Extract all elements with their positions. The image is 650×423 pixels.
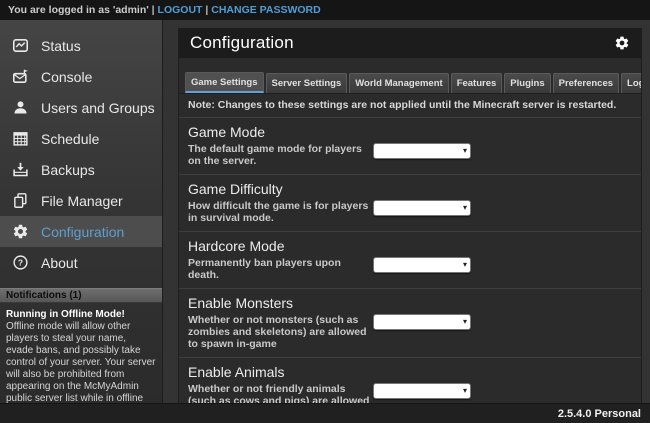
game-mode-select[interactable]: ▾ (373, 143, 471, 159)
schedule-icon (12, 130, 29, 147)
tab-preferences[interactable]: Preferences (553, 73, 619, 93)
sidebar-item-configuration[interactable]: Configuration (0, 216, 162, 247)
hardcore-mode-select[interactable]: ▾ (373, 257, 471, 273)
sidebar-item-schedule[interactable]: Schedule (0, 123, 162, 154)
enable-monsters-select[interactable]: ▾ (373, 314, 471, 330)
gear-icon (12, 223, 29, 240)
version-label: 2.5.4.0 Personal (558, 408, 641, 420)
sidebar-item-label: Backups (41, 162, 95, 178)
restart-note: Note: Changes to these settings are not … (179, 94, 641, 118)
sidebar-item-label: File Manager (41, 193, 123, 209)
setting-description: Permanently ban players upon death. (188, 257, 371, 281)
sidebar-item-status[interactable]: Status (0, 30, 162, 61)
settings-gear-icon[interactable] (614, 35, 630, 51)
notifications-body: Running in Offline Mode! Offline mode wi… (0, 303, 162, 417)
configuration-panel: Configuration Game Settings Server Setti… (178, 28, 642, 403)
logged-in-text: You are logged in as 'admin' (8, 4, 149, 16)
setting-game-difficulty: Game Difficulty How difficult the game i… (179, 175, 641, 232)
backups-icon (12, 161, 29, 178)
sidebar-item-console[interactable]: Console (0, 61, 162, 92)
chevron-down-icon: ▾ (463, 318, 470, 326)
setting-title: Game Difficulty (188, 181, 632, 197)
tab-server-settings[interactable]: Server Settings (266, 73, 348, 93)
chevron-down-icon: ▾ (463, 147, 470, 155)
sidebar-item-label: Users and Groups (41, 100, 155, 116)
console-icon (12, 68, 29, 85)
tab-game-settings[interactable]: Game Settings (185, 72, 264, 93)
tab-bar: Game Settings Server Settings World Mana… (185, 72, 641, 93)
setting-enable-monsters: Enable Monsters Whether or not monsters … (179, 289, 641, 358)
enable-animals-select[interactable]: ▾ (373, 383, 471, 399)
sidebar-item-label: Console (41, 69, 92, 85)
setting-title: Enable Animals (188, 364, 632, 380)
setting-description: Whether or not monsters (such as zombies… (188, 314, 371, 350)
chevron-down-icon: ▾ (463, 261, 470, 269)
status-icon (12, 37, 29, 54)
question-icon: ? (12, 254, 29, 271)
setting-title: Game Mode (188, 124, 632, 140)
sidebar-item-file-manager[interactable]: File Manager (0, 185, 162, 216)
notifications-header: Notifications (1) (0, 288, 162, 303)
setting-description: The default game mode for players on the… (188, 143, 371, 167)
topbar: You are logged in as 'admin' | LOGOUT | … (0, 0, 650, 20)
setting-description: Whether or not friendly animals (such as… (188, 383, 371, 403)
game-difficulty-select[interactable]: ▾ (373, 200, 471, 216)
sidebar-item-label: Configuration (41, 224, 124, 240)
panel-header: Configuration (179, 28, 641, 58)
tab-features[interactable]: Features (451, 73, 503, 93)
logout-link[interactable]: LOGOUT (158, 4, 203, 16)
chevron-down-icon: ▾ (463, 204, 470, 212)
sidebar: Status Console Users and Groups Schedule… (0, 20, 163, 403)
file-manager-icon (12, 192, 29, 209)
page-title: Configuration (190, 33, 294, 53)
tab-plugins[interactable]: Plugins (504, 73, 550, 93)
notification-title: Running in Offline Mode! (6, 309, 156, 321)
sidebar-item-about[interactable]: ? About (0, 247, 162, 278)
change-password-link[interactable]: CHANGE PASSWORD (211, 4, 320, 16)
separator: | (202, 4, 211, 16)
tab-world-management[interactable]: World Management (349, 73, 448, 93)
setting-game-mode: Game Mode The default game mode for play… (179, 118, 641, 175)
chevron-down-icon: ▾ (463, 387, 470, 395)
svg-text:?: ? (18, 257, 23, 267)
sidebar-item-backups[interactable]: Backups (0, 154, 162, 185)
setting-description: How difficult the game is for players in… (188, 200, 371, 224)
setting-hardcore-mode: Hardcore Mode Permanently ban players up… (179, 232, 641, 289)
users-icon (12, 99, 29, 116)
setting-title: Enable Monsters (188, 295, 632, 311)
footer: 2.5.4.0 Personal (0, 403, 650, 423)
sidebar-item-label: Schedule (41, 131, 99, 147)
setting-title: Hardcore Mode (188, 238, 632, 254)
tab-login-users[interactable]: Login Users (621, 73, 642, 93)
sidebar-item-label: Status (41, 38, 81, 54)
sidebar-item-users[interactable]: Users and Groups (0, 92, 162, 123)
separator: | (149, 4, 158, 16)
sidebar-item-label: About (41, 255, 78, 271)
setting-enable-animals: Enable Animals Whether or not friendly a… (179, 358, 641, 403)
